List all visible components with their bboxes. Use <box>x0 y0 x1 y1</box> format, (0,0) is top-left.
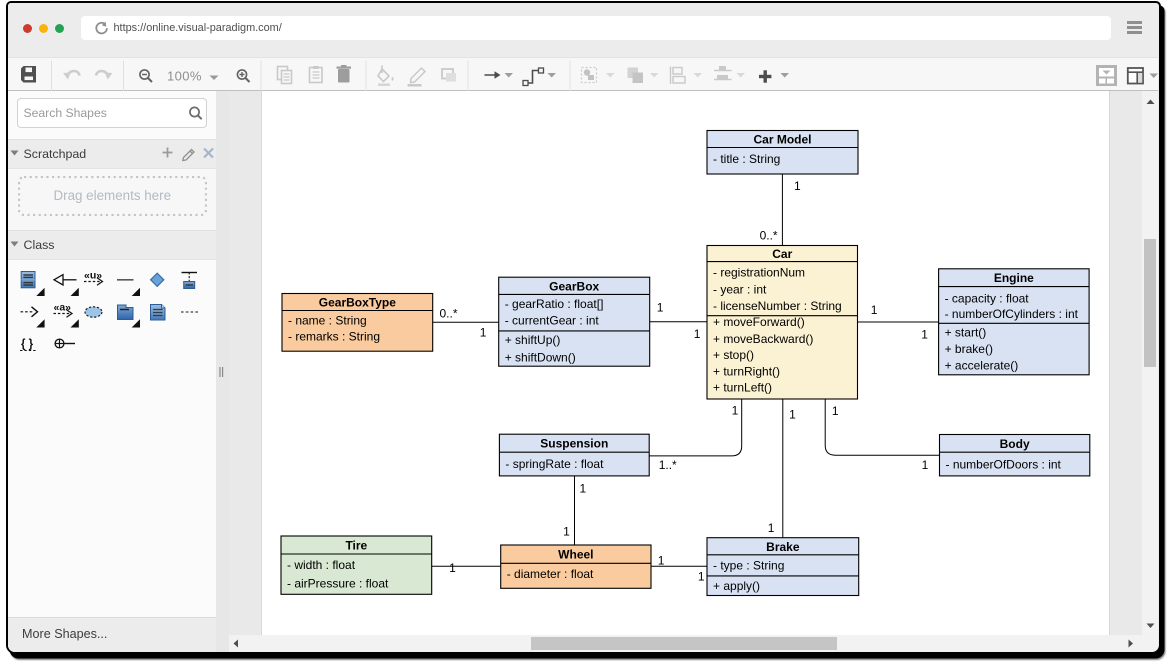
svg-text:- capacity : float: - capacity : float <box>945 291 1030 305</box>
svg-text:- name : String: - name : String <box>288 314 367 328</box>
svg-text:- numberOfCylinders : int: - numberOfCylinders : int <box>945 307 1079 321</box>
svg-text:1: 1 <box>832 404 839 418</box>
svg-text:1: 1 <box>789 408 796 422</box>
svg-text:+ moveForward(): + moveForward() <box>713 315 805 329</box>
svg-text:- year : int: - year : int <box>713 282 767 296</box>
svg-text:- title : String: - title : String <box>713 152 780 166</box>
svg-text:1: 1 <box>794 179 801 193</box>
svg-text:- currentGear : int: - currentGear : int <box>505 313 600 327</box>
svg-text:+ apply(): + apply() <box>713 579 760 593</box>
svg-text:- licenseNumber : String: - licenseNumber : String <box>713 299 842 313</box>
svg-text:- springRate : float: - springRate : float <box>505 457 604 471</box>
svg-text:+ turnLeft(): + turnLeft() <box>713 381 772 395</box>
svg-text:Engine: Engine <box>994 271 1034 285</box>
svg-text:1: 1 <box>871 303 878 317</box>
svg-text:1: 1 <box>694 327 701 341</box>
svg-text:Car Model: Car Model <box>753 133 811 147</box>
svg-text:+ shiftDown(): + shiftDown() <box>505 351 576 365</box>
svg-text:1: 1 <box>657 301 664 315</box>
svg-text:- remarks : String: - remarks : String <box>288 330 380 344</box>
svg-text:1..*: 1..* <box>659 458 677 472</box>
svg-text:1: 1 <box>921 328 928 342</box>
svg-text:1: 1 <box>658 554 665 568</box>
svg-text:- registrationNum: - registrationNum <box>713 266 805 280</box>
svg-text:0..*: 0..* <box>440 307 458 321</box>
svg-text:1: 1 <box>732 404 739 418</box>
svg-text:Body: Body <box>1000 437 1030 451</box>
svg-text:+ start(): + start() <box>945 326 987 340</box>
svg-text:- gearRatio : float[]: - gearRatio : float[] <box>505 297 604 311</box>
svg-text:1: 1 <box>480 326 487 340</box>
svg-text:+ stop(): + stop() <box>713 348 754 362</box>
svg-text:+ brake(): + brake() <box>945 342 993 356</box>
svg-text:+ moveBackward(): + moveBackward() <box>713 332 813 346</box>
svg-text:1: 1 <box>922 458 929 472</box>
svg-text:- airPressure : float: - airPressure : float <box>287 576 389 590</box>
svg-text:0..*: 0..* <box>760 229 778 243</box>
svg-text:Brake: Brake <box>766 540 800 554</box>
svg-text:1: 1 <box>698 570 705 584</box>
svg-text:GearBox: GearBox <box>549 279 599 293</box>
svg-text:Tire: Tire <box>345 539 367 553</box>
svg-text:- numberOfDoors : int: - numberOfDoors : int <box>946 457 1062 471</box>
svg-text:1: 1 <box>563 524 570 538</box>
svg-text:+ turnRight(): + turnRight() <box>713 364 780 378</box>
svg-text:GearBoxType: GearBoxType <box>319 296 396 310</box>
svg-text:+ accelerate(): + accelerate() <box>945 358 1019 372</box>
svg-text:- type : String: - type : String <box>713 559 784 573</box>
svg-text:1: 1 <box>768 521 775 535</box>
svg-text:Car: Car <box>772 247 792 261</box>
svg-text:Wheel: Wheel <box>558 548 593 562</box>
svg-text:- diameter : float: - diameter : float <box>507 567 594 581</box>
svg-text:Suspension: Suspension <box>540 437 608 451</box>
svg-text:+ shiftUp(): + shiftUp() <box>505 333 561 347</box>
svg-text:1: 1 <box>580 482 587 496</box>
svg-text:- width : float: - width : float <box>287 558 356 572</box>
svg-text:1: 1 <box>449 561 456 575</box>
